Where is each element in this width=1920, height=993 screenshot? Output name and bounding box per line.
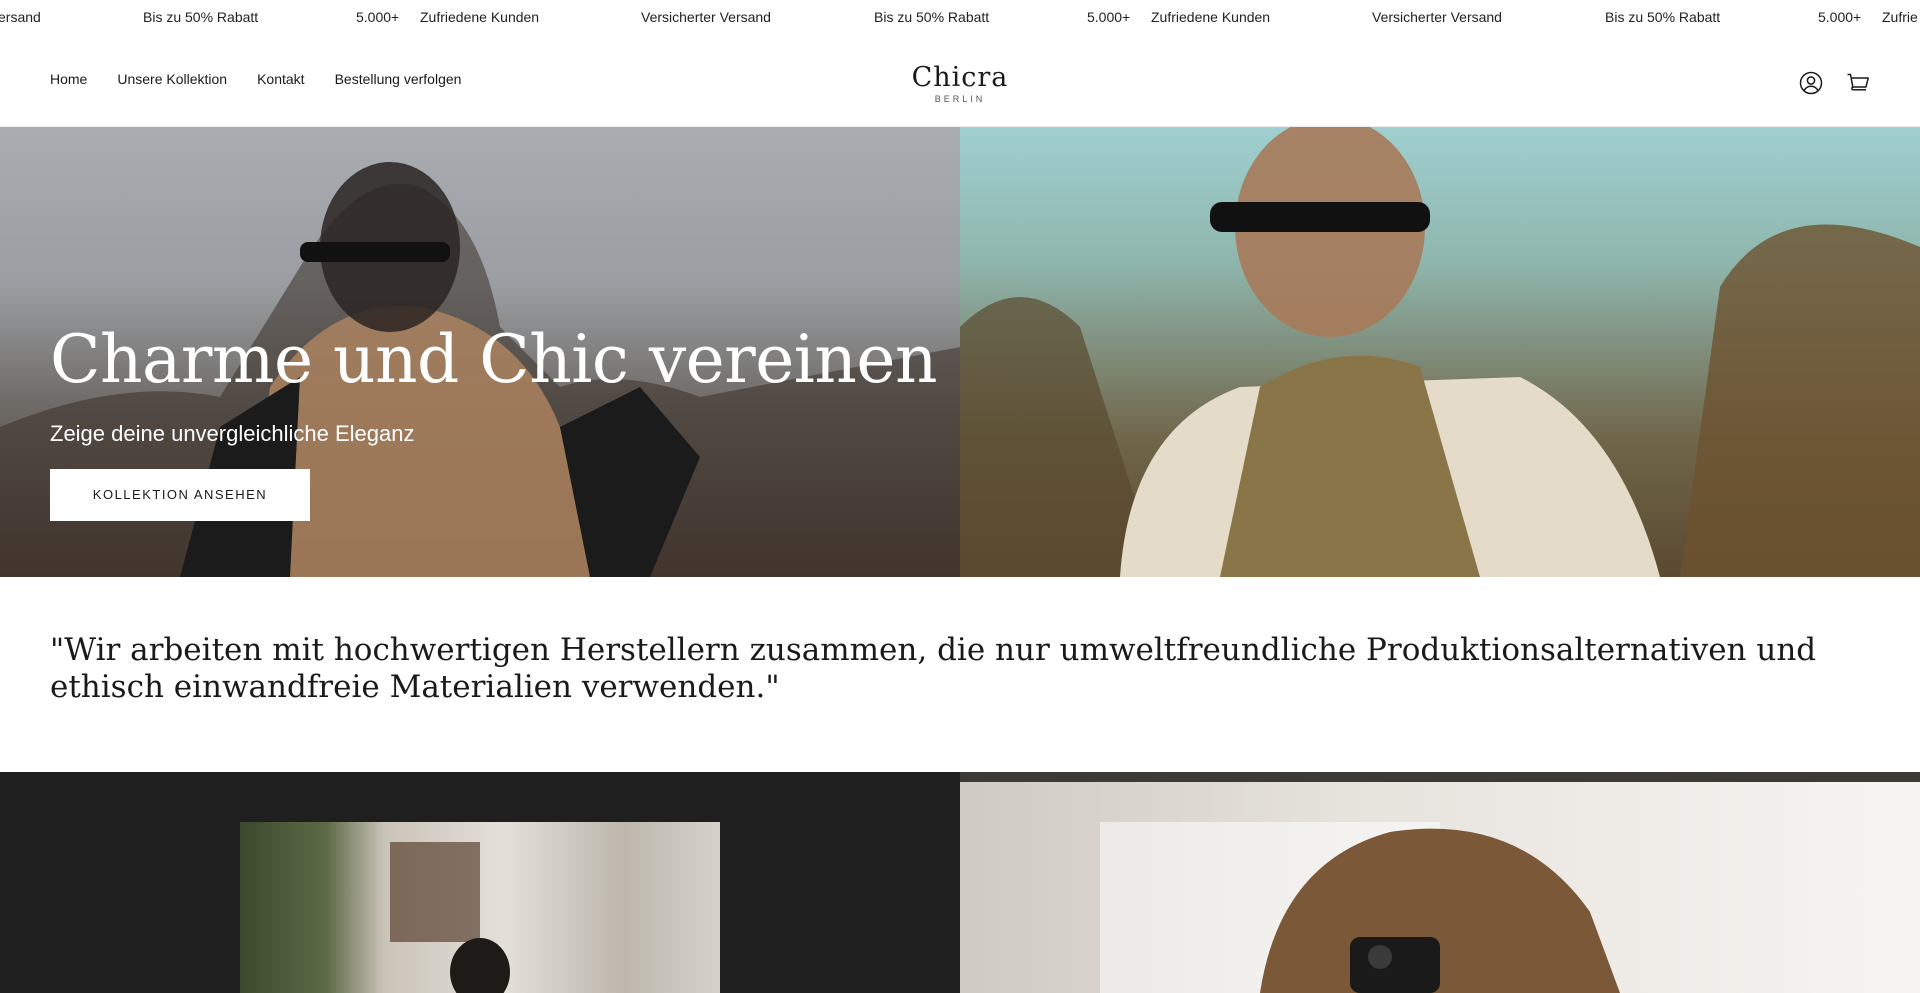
brand-logo[interactable]: Chicra BERLIN xyxy=(905,64,1015,104)
hero-title: Charme und Chic vereinen xyxy=(50,321,937,398)
feature-photo-left xyxy=(390,842,510,993)
account-icon[interactable] xyxy=(1798,70,1824,96)
announcement-item: Versicherter Versand xyxy=(641,9,771,25)
feature-image-right xyxy=(960,772,1920,993)
logo-wordmark: Chicra xyxy=(911,62,1009,93)
announcement-item: 5.000+ xyxy=(356,9,400,25)
nav-link-collection[interactable]: Unsere Kollektion xyxy=(117,71,227,87)
announcement-item: 5.000+ xyxy=(1087,9,1131,25)
announcement-bar: ersand Bis zu 50% Rabatt 5.000+ Zufriede… xyxy=(0,0,1920,34)
main-nav: Home Unsere Kollektion Kontakt Bestellun… xyxy=(50,71,461,87)
feature-photo-right xyxy=(960,772,1920,993)
announcement-item: Bis zu 50% Rabatt xyxy=(874,9,990,25)
feature-image-left xyxy=(240,822,720,993)
announcement-item: Versicherter Versand xyxy=(1372,9,1502,25)
announcement-item: Bis zu 50% Rabatt xyxy=(1605,9,1721,25)
hero-photo-right xyxy=(960,127,1920,577)
nav-link-contact[interactable]: Kontakt xyxy=(257,71,304,87)
announcement-item: 5.000+ xyxy=(1818,9,1862,25)
announcement-item: ersand xyxy=(0,9,41,25)
announcement-item: Zufriedene Kunden xyxy=(1151,9,1271,25)
nav-link-track-order[interactable]: Bestellung verfolgen xyxy=(335,71,462,87)
cart-icon[interactable] xyxy=(1845,70,1871,96)
site-header: Home Unsere Kollektion Kontakt Bestellun… xyxy=(0,34,1920,127)
hero-subtitle: Zeige deine unvergleichliche Eleganz xyxy=(50,421,415,446)
logo-subtitle: BERLIN xyxy=(934,94,986,104)
hero-image-left: Charme und Chic vereinen Zeige deine unv… xyxy=(0,127,960,577)
announcement-item: Bis zu 50% Rabatt xyxy=(143,9,259,25)
view-collection-button[interactable]: KOLLEKTION ANSEHEN xyxy=(50,469,310,521)
hero-image-right xyxy=(960,127,1920,577)
announcement-item: Zufriedene Kunden xyxy=(420,9,540,25)
feature-panel-dark xyxy=(0,772,960,993)
announcement-item: Zufrie xyxy=(1882,9,1918,25)
brand-quote: "Wir arbeiten mit hochwertigen Herstelle… xyxy=(50,632,1817,705)
nav-link-home[interactable]: Home xyxy=(50,71,87,87)
hero-content: Charme und Chic vereinen Zeige deine unv… xyxy=(50,327,937,521)
